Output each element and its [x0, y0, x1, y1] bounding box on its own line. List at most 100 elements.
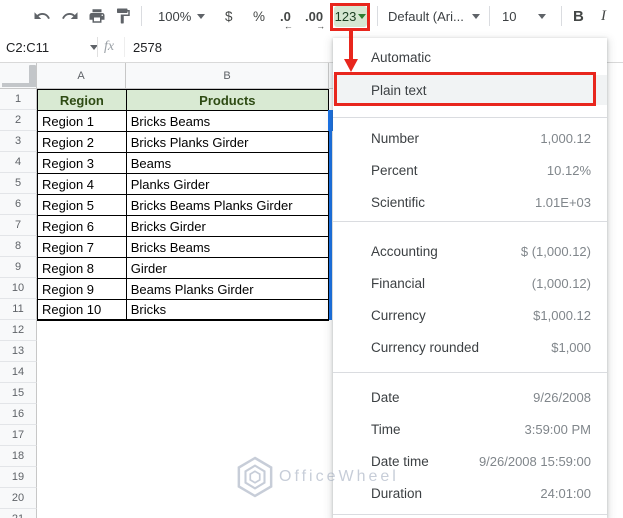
cell-region[interactable]: Region 8	[38, 258, 127, 279]
formula-bar-divider	[97, 37, 98, 57]
menu-item-label: Date	[371, 389, 400, 405]
paint-format-icon	[117, 8, 130, 24]
cell-products[interactable]: Girder	[126, 258, 329, 279]
menu-item[interactable]: Currency rounded $1,000	[333, 331, 607, 363]
row-number[interactable]: 19	[0, 467, 37, 488]
more-formats-button[interactable]: 123	[334, 6, 367, 27]
menu-item[interactable]: Accounting $ (1,000.12)	[333, 235, 607, 267]
redo-button[interactable]	[61, 0, 79, 32]
menu-item-plain-text[interactable]: Plain text	[333, 75, 607, 105]
menu-item[interactable]: Time 3:59:00 PM	[333, 413, 607, 445]
table-body: Region 1 Bricks Beams Region 2 Bricks Pl…	[38, 111, 329, 321]
menu-item[interactable]: Scientific 1.01E+03	[333, 186, 607, 218]
menu-divider	[333, 514, 607, 515]
chevron-down-icon	[197, 13, 206, 19]
cell-region[interactable]: Region 5	[38, 195, 127, 216]
row-number[interactable]: 12	[0, 320, 37, 341]
paint-format-button[interactable]	[114, 0, 132, 32]
row-number[interactable]: 18	[0, 446, 37, 467]
currency-format-button[interactable]: $	[225, 0, 233, 32]
row-number[interactable]: 9	[0, 257, 37, 278]
menu-item[interactable]: Duration 24:01:00	[333, 477, 607, 509]
font-size-dropdown[interactable]: 10	[502, 0, 546, 32]
row-number[interactable]: 3	[0, 131, 37, 152]
menu-item[interactable]: Financial (1,000.12)	[333, 267, 607, 299]
menu-item[interactable]: Percent 10.12%	[333, 154, 607, 186]
row-number[interactable]: 2	[0, 110, 37, 131]
row-number[interactable]: 21	[0, 509, 37, 518]
row-number[interactable]: 14	[0, 362, 37, 383]
row-number[interactable]: 7	[0, 215, 37, 236]
cell-products[interactable]: Bricks Beams	[126, 111, 329, 132]
name-box[interactable]: C2:C11	[6, 32, 49, 62]
row-number[interactable]: 1	[0, 89, 37, 110]
row-number[interactable]: 11	[0, 299, 37, 320]
italic-button[interactable]: I	[601, 0, 606, 32]
table-row: Region 2 Bricks Planks Girder	[38, 132, 329, 153]
cell-region[interactable]: Region 10	[38, 300, 127, 321]
cell-products[interactable]: Bricks Beams	[126, 237, 329, 258]
row-number[interactable]: 16	[0, 404, 37, 425]
chevron-down-icon	[538, 13, 546, 19]
cell-products[interactable]: Beams	[126, 153, 329, 174]
decrease-decimal-button[interactable]: .0 ←	[280, 0, 293, 32]
menu-item-example: 1.01E+03	[534, 194, 591, 210]
bold-button[interactable]: B	[573, 0, 584, 32]
header-cell-region[interactable]: Region	[38, 90, 127, 111]
menu-item-example: 9/26/2008	[533, 389, 591, 405]
header-cell-products[interactable]: Products	[126, 90, 329, 111]
font-family-label: Default (Ari...	[388, 8, 464, 24]
redo-icon	[62, 12, 78, 19]
menu-item[interactable]: Date time 9/26/2008 15:59:00	[333, 445, 607, 477]
table-row: Region 9 Beams Planks Girder	[38, 279, 329, 300]
chevron-down-icon	[472, 13, 480, 19]
font-family-dropdown[interactable]: Default (Ari...	[388, 0, 480, 32]
row-number[interactable]: 4	[0, 152, 37, 173]
cell-region[interactable]: Region 6	[38, 216, 127, 237]
table-row: Region 5 Bricks Beams Planks Girder	[38, 195, 329, 216]
row-number[interactable]: 20	[0, 488, 37, 509]
print-button[interactable]	[88, 0, 106, 32]
cell-region[interactable]: Region 3	[38, 153, 127, 174]
dollar-icon: $	[225, 8, 233, 24]
cell-products[interactable]: Planks Girder	[126, 174, 329, 195]
row-number[interactable]: 15	[0, 383, 37, 404]
row-number[interactable]: 13	[0, 341, 37, 362]
row-number[interactable]: 17	[0, 425, 37, 446]
cell-region[interactable]: Region 1	[38, 111, 127, 132]
undo-button[interactable]	[33, 0, 51, 32]
percent-format-button[interactable]: %	[253, 0, 265, 32]
toolbar-divider	[377, 6, 378, 26]
formula-bar-divider	[124, 37, 125, 57]
increase-decimal-button[interactable]: .00 →	[305, 0, 325, 32]
cell-region[interactable]: Region 9	[38, 279, 127, 300]
menu-item-label: Financial	[371, 275, 426, 291]
cell-products[interactable]: Bricks Girder	[126, 216, 329, 237]
cell-products[interactable]: Bricks Beams Planks Girder	[126, 195, 329, 216]
row-number[interactable]: 8	[0, 236, 37, 257]
formula-input[interactable]: 2578	[133, 32, 162, 62]
cell-region[interactable]: Region 4	[38, 174, 127, 195]
zoom-dropdown[interactable]: 100%	[158, 0, 206, 32]
select-all-corner[interactable]	[0, 63, 37, 88]
menu-item[interactable]: Number 1,000.12	[333, 122, 607, 154]
menu-divider	[333, 117, 607, 118]
menu-item-example: 10.12%	[546, 162, 591, 178]
cell-region[interactable]: Region 7	[38, 237, 127, 258]
cell-region[interactable]: Region 2	[38, 132, 127, 153]
menu-item-example: $1,000	[551, 339, 591, 355]
menu-item-label: Date time	[371, 453, 429, 469]
cell-products[interactable]: Beams Planks Girder	[126, 279, 329, 300]
cell-products[interactable]: Bricks	[126, 300, 329, 321]
row-number[interactable]: 5	[0, 173, 37, 194]
menu-item[interactable]: Currency $1,000.12	[333, 299, 607, 331]
column-header-a[interactable]: A	[37, 63, 126, 88]
bold-icon: B	[573, 7, 584, 25]
row-number[interactable]: 10	[0, 278, 37, 299]
menu-item[interactable]: Date 9/26/2008	[333, 381, 607, 413]
row-number[interactable]: 6	[0, 194, 37, 215]
column-header-b[interactable]: B	[126, 63, 329, 88]
menu-item-automatic[interactable]: Automatic	[333, 44, 607, 71]
menu-item-label: Time	[371, 421, 401, 437]
cell-products[interactable]: Bricks Planks Girder	[126, 132, 329, 153]
